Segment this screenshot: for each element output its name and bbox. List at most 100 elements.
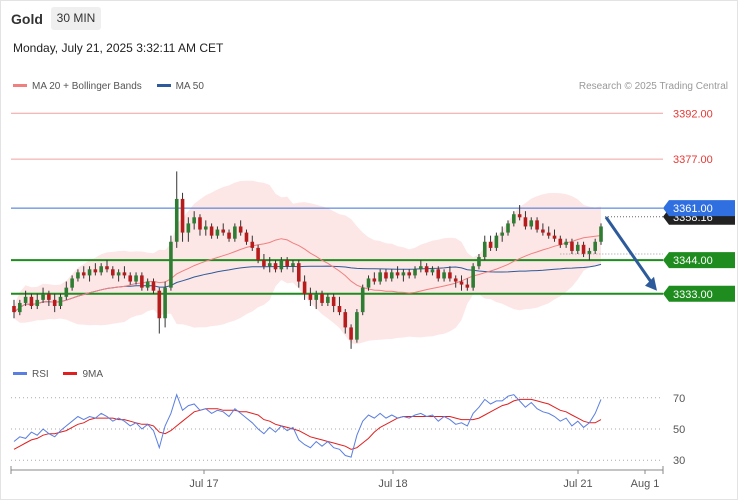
candle-body xyxy=(552,235,557,239)
candle-body xyxy=(488,241,493,248)
candle-body xyxy=(47,293,51,300)
candle-body xyxy=(145,281,150,288)
candle-body xyxy=(564,241,568,245)
candle-body xyxy=(448,272,452,279)
candle-body xyxy=(180,198,185,233)
forecast-arrowhead xyxy=(645,276,657,291)
candle-body xyxy=(535,220,539,230)
candle-body xyxy=(105,266,109,270)
candle-body xyxy=(70,278,74,288)
candle-body xyxy=(494,235,499,248)
candle-body xyxy=(575,244,580,251)
candle-body xyxy=(442,272,446,279)
candle-body xyxy=(477,257,481,267)
candle-body xyxy=(76,272,80,279)
candle-body xyxy=(192,217,196,224)
candle-body xyxy=(128,275,133,282)
candle-body xyxy=(407,272,412,276)
candle-body xyxy=(296,263,301,282)
candle-body xyxy=(453,278,458,282)
candle-body xyxy=(372,278,377,282)
candle-body xyxy=(285,260,289,267)
candle-body xyxy=(512,214,516,224)
forecast-arrow-line xyxy=(604,216,655,286)
candle-body xyxy=(203,226,208,230)
candle-body xyxy=(169,241,173,288)
candle-body xyxy=(227,232,231,239)
candle-body xyxy=(18,302,22,313)
candle-body xyxy=(349,327,353,340)
x-tick-label: Jul 21 xyxy=(563,478,592,490)
candle-body xyxy=(320,293,324,303)
candle-body xyxy=(523,217,528,227)
candle-body xyxy=(459,281,464,285)
candle-body xyxy=(546,232,551,236)
candle-body xyxy=(233,226,237,239)
candle-body xyxy=(52,299,57,306)
candle-body xyxy=(384,272,388,279)
candle-body xyxy=(186,223,191,233)
candle-body xyxy=(314,293,319,300)
candle-body xyxy=(593,241,597,251)
candle-body xyxy=(58,296,63,306)
candle-body xyxy=(424,266,429,273)
candle-body xyxy=(360,287,365,313)
candle-body xyxy=(81,272,86,276)
candle-body xyxy=(198,217,202,230)
candle-body xyxy=(262,260,266,267)
support-label: 3333.00 xyxy=(673,289,713,301)
candle-body xyxy=(29,296,34,306)
candle-body xyxy=(209,226,214,236)
rsi-ma-line xyxy=(13,398,602,450)
candle-body xyxy=(140,275,144,288)
candle-body xyxy=(238,226,243,233)
candle-body xyxy=(87,269,92,276)
candle-body xyxy=(221,229,226,233)
x-tick-label: Aug 1 xyxy=(631,478,660,490)
candle-body xyxy=(389,272,394,279)
candle-body xyxy=(401,272,406,276)
candle-body xyxy=(500,232,504,236)
candle-body xyxy=(244,232,249,242)
candle-body xyxy=(250,241,255,248)
candle-body xyxy=(302,281,307,294)
candle-body xyxy=(273,263,278,270)
candle-body xyxy=(23,296,28,303)
pivot-label: 3361.00 xyxy=(673,203,713,215)
candle-body xyxy=(529,220,534,227)
candle-body xyxy=(558,238,563,245)
rsi-tick-label: 30 xyxy=(673,455,685,467)
candle-body xyxy=(430,269,435,273)
candle-body xyxy=(413,269,417,276)
candle-body xyxy=(163,287,167,319)
candle-body xyxy=(215,229,220,236)
candle-body xyxy=(12,306,16,313)
bollinger-band xyxy=(14,180,601,345)
candle-body xyxy=(482,241,487,258)
candle-body xyxy=(308,293,313,300)
x-tick-label: Jul 18 xyxy=(378,478,407,490)
chart-canvas[interactable]: 3392.003377.003358.163361.003344.003333.… xyxy=(0,0,738,500)
candle-body xyxy=(465,284,470,288)
support-label: 3344.00 xyxy=(673,255,713,267)
resistance-label: 3392.00 xyxy=(673,108,713,120)
candle-body xyxy=(35,299,40,306)
candle-body xyxy=(355,312,359,340)
candle-body xyxy=(395,272,400,276)
candle-body xyxy=(541,229,545,233)
candle-body xyxy=(157,290,162,319)
candle-body xyxy=(111,269,115,276)
rsi-line xyxy=(13,393,602,458)
candle-body xyxy=(343,312,348,328)
candle-body xyxy=(279,260,284,270)
candle-body xyxy=(581,244,586,254)
candle-body xyxy=(256,247,260,261)
candle-body xyxy=(64,287,69,297)
candle-body xyxy=(99,266,103,273)
x-tick-label: Jul 17 xyxy=(189,478,218,490)
rsi-tick-label: 70 xyxy=(673,393,685,405)
candle-body xyxy=(326,296,330,303)
candle-body xyxy=(506,223,510,233)
candle-body xyxy=(331,296,336,306)
candle-body xyxy=(366,278,371,288)
